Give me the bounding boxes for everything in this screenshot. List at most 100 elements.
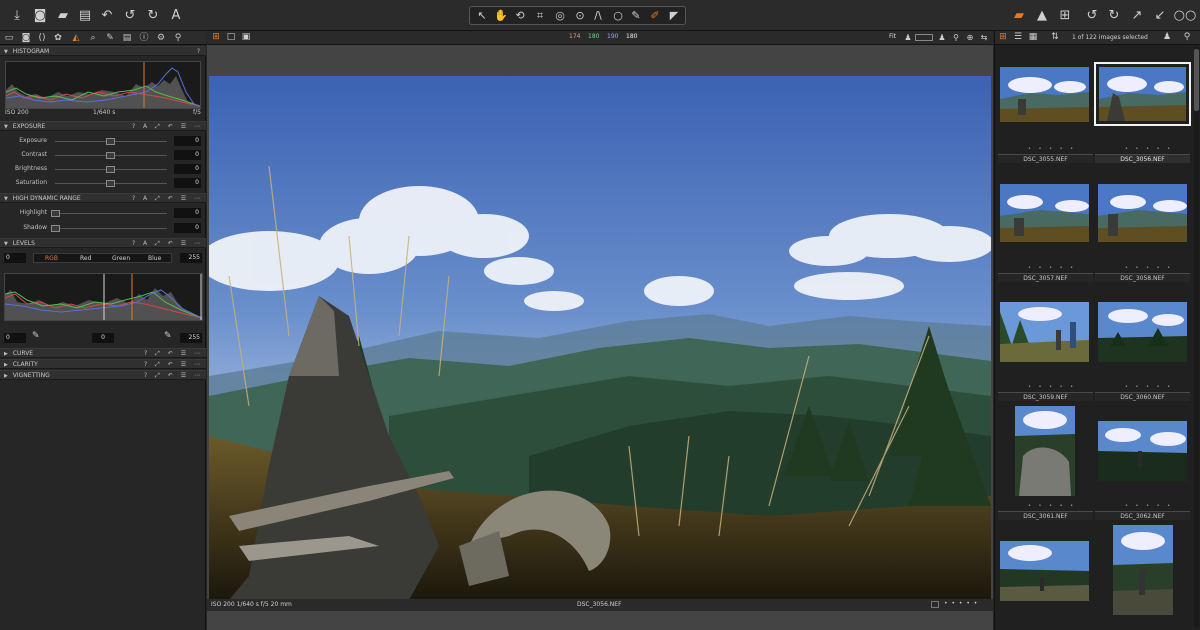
rating-stars[interactable]: • • • • • (1125, 265, 1173, 271)
color-tag-icon[interactable] (931, 601, 939, 608)
camera-icon[interactable]: ◙ (31, 6, 49, 24)
person-icon[interactable]: ♟ (1161, 31, 1173, 43)
color-icon[interactable]: ✿ (52, 32, 64, 44)
details-icon[interactable]: ⌕ (87, 32, 99, 44)
exposure-header[interactable]: ▼ EXPOSURE ? A ⤢ ↶ ☰ ⋯ (0, 121, 206, 131)
crop-icon[interactable]: ⌗ (530, 7, 550, 24)
exposure-icon[interactable]: ◭ (70, 32, 82, 44)
slider-value[interactable]: 0 (174, 223, 201, 233)
levels-input-high[interactable]: 255 (180, 253, 202, 263)
thumbnail-cell[interactable]: • • • • • DSC_3057.NEF (998, 166, 1093, 283)
rating-stars[interactable]: • • • • • (944, 600, 978, 607)
local-icon[interactable]: ✎ (104, 32, 116, 44)
warning-icon[interactable]: ▲ (1033, 6, 1051, 24)
levels-histogram[interactable] (4, 273, 203, 321)
search-icon[interactable]: ⚲ (1181, 31, 1193, 43)
thumbnail-image[interactable] (1000, 184, 1089, 242)
rating-stars[interactable]: • • • • • (1028, 265, 1076, 271)
redo-icon[interactable]: ↻ (144, 6, 162, 24)
rating-stars[interactable]: • • • • • (1125, 503, 1173, 509)
slider-knob[interactable] (51, 210, 60, 217)
shadow-slider[interactable]: Shadow 0 (0, 223, 206, 235)
browser-scrollbar[interactable] (1194, 47, 1199, 627)
loupe-icon[interactable]: ⚲ (950, 31, 962, 43)
slider-value[interactable]: 0 (174, 150, 201, 160)
multi-view-icon[interactable]: ⊞ (210, 31, 222, 43)
thumbnail-image[interactable] (1098, 421, 1187, 481)
metadata-icon[interactable]: ▤ (121, 32, 133, 44)
slider-value[interactable]: 0 (174, 178, 201, 188)
rating-stars[interactable]: • • • • • (1028, 146, 1076, 152)
lens-icon[interactable]: () (36, 32, 48, 44)
grid-icon[interactable]: ⊞ (1056, 6, 1074, 24)
grid-view-icon[interactable]: ⊞ (997, 31, 1009, 43)
thumbnail-cell[interactable]: • • • • • DSC_3055.NEF (998, 47, 1093, 164)
brightness-slider[interactable]: Brightness 0 (0, 164, 206, 176)
slider-value[interactable]: 0 (174, 164, 201, 174)
section-tools-icon[interactable]: ? A ⤢ ↶ ☰ ⋯ (132, 194, 203, 203)
contrast-slider[interactable]: Contrast 0 (0, 150, 206, 162)
thumbnail-image[interactable] (1000, 541, 1089, 601)
rotate-left-icon[interactable]: ↺ (1083, 6, 1101, 24)
slider-knob[interactable] (106, 152, 115, 159)
slider-knob[interactable] (51, 225, 60, 232)
pan-icon[interactable]: ✋ (491, 7, 511, 24)
levels-output-high[interactable]: 255 (180, 333, 202, 343)
undo-icon[interactable]: ↺ (121, 6, 139, 24)
rating-stars[interactable]: • • • • • (1125, 384, 1173, 390)
section-tools-icon[interactable]: ? (197, 47, 203, 56)
rotate-icon[interactable]: ⟲ (510, 7, 530, 24)
keystone-icon[interactable]: ◎ (550, 7, 570, 24)
slider-track[interactable] (55, 228, 167, 229)
main-photo[interactable] (209, 76, 991, 600)
circle-icon[interactable]: ○ (608, 7, 628, 24)
curve-header[interactable]: ▶ CURVE ? ⤢ ↶ ☰ ⋯ (0, 348, 206, 358)
spot-icon[interactable]: ⊙ (570, 7, 590, 24)
channel-red[interactable]: Red (80, 254, 91, 263)
thumbnail-cell[interactable]: • • • • • DSC_3062.NEF (1095, 404, 1190, 521)
channel-green[interactable]: Green (112, 254, 130, 263)
rating-stars[interactable]: • • • • • (1125, 146, 1173, 152)
channel-blue[interactable]: Blue (148, 254, 161, 263)
exposure-slider[interactable]: Exposure 0 (0, 136, 206, 148)
rotate-right-icon[interactable]: ↻ (1105, 6, 1123, 24)
section-tools-icon[interactable]: ? ⤢ ↶ ☰ ⋯ (144, 371, 203, 380)
capture-icon[interactable]: ◙ (20, 32, 32, 44)
section-tools-icon[interactable]: ? ⤢ ↶ ☰ ⋯ (144, 349, 203, 358)
levels-header[interactable]: ▼ LEVELS ? A ⤢ ↶ ☰ ⋯ (0, 238, 206, 248)
pointer-icon[interactable]: ↖ (472, 7, 492, 24)
thumbnail-image[interactable] (1000, 67, 1089, 122)
slider-knob[interactable] (106, 180, 115, 187)
histogram-header[interactable]: ▼ HISTOGRAM ? (0, 46, 206, 56)
library-icon[interactable]: ▭ (3, 32, 15, 44)
scrollbar-thumb[interactable] (1194, 49, 1199, 111)
thumbnail-image[interactable] (1113, 525, 1173, 615)
brush-icon[interactable]: ✎ (626, 7, 646, 24)
zoom-slider[interactable] (915, 34, 933, 41)
thumbnail-cell[interactable]: • • • • • DSC_3059.NEF (998, 285, 1093, 402)
adjust-icon[interactable]: ⚲ (172, 32, 184, 44)
trash-icon[interactable]: ▤ (76, 6, 94, 24)
person-icon[interactable]: ♟ (902, 31, 914, 43)
slider-knob[interactable] (106, 138, 115, 145)
proof-view-icon[interactable]: ▣ (240, 31, 252, 43)
gradient-icon[interactable]: ◤ (664, 7, 684, 24)
output-icon[interactable]: ⚙ (155, 32, 167, 44)
rating-stars[interactable]: • • • • • (1028, 384, 1076, 390)
info-icon[interactable]: ⓘ (138, 32, 150, 44)
rating-stars[interactable]: • • • • • (1028, 503, 1076, 509)
import-icon[interactable]: ⤓ (8, 6, 26, 24)
highlight-slider[interactable]: Highlight 0 (0, 208, 206, 220)
thumbnail-cell[interactable] (998, 523, 1093, 630)
arrow-up-icon[interactable]: ↗ (1128, 6, 1146, 24)
thumbnail-cell[interactable]: • • • • • DSC_3058.NEF (1095, 166, 1190, 283)
slider-knob[interactable] (106, 166, 115, 173)
thumbnail-cell[interactable]: • • • • • DSC_3056.NEF (1094, 47, 1191, 164)
thumbnail-image[interactable] (1098, 184, 1187, 242)
zoom-in-icon[interactable]: ⊕ (964, 31, 976, 43)
section-tools-icon[interactable]: ? A ⤢ ↶ ☰ ⋯ (132, 122, 203, 131)
thumbnail-cell[interactable] (1095, 523, 1190, 630)
undo-all-icon[interactable]: ↶ (98, 6, 116, 24)
hdr-header[interactable]: ▼ HIGH DYNAMIC RANGE ? A ⤢ ↶ ☰ ⋯ (0, 193, 206, 203)
filmstrip-view-icon[interactable]: ▦ (1027, 31, 1039, 43)
